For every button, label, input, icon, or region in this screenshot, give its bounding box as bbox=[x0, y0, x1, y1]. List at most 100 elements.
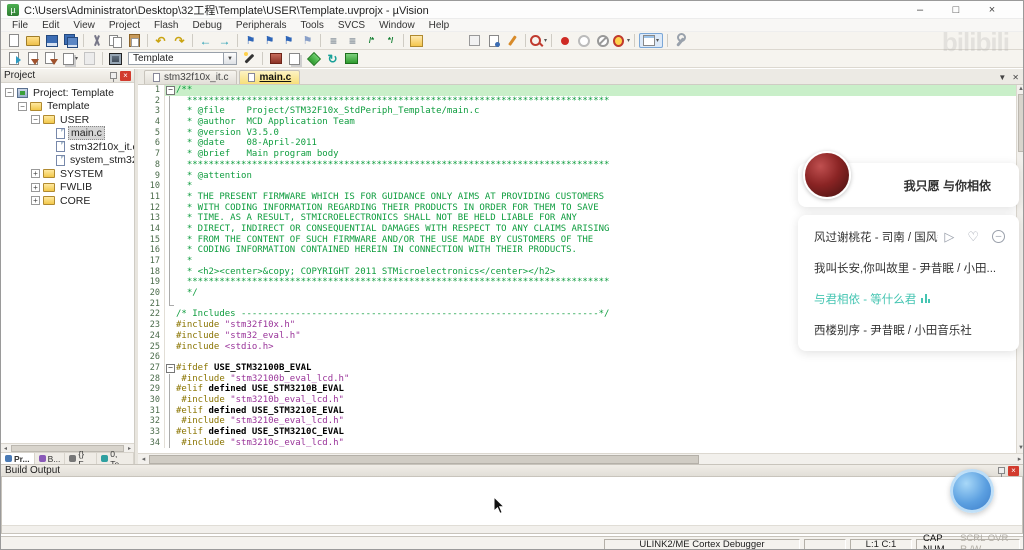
undo-button[interactable] bbox=[152, 33, 169, 48]
breakpoint-disable-all-button[interactable] bbox=[594, 33, 611, 48]
translate-button[interactable] bbox=[5, 51, 22, 66]
uncomment-selection-button[interactable] bbox=[382, 33, 399, 48]
stop-build-button[interactable] bbox=[81, 51, 98, 66]
tab-close-icon[interactable]: ✕ bbox=[1012, 73, 1019, 82]
indent-button[interactable] bbox=[344, 33, 361, 48]
editor-tab-main.c[interactable]: main.c bbox=[239, 70, 300, 84]
target-select-value[interactable]: Template bbox=[128, 52, 224, 65]
bookmark-clear-button[interactable] bbox=[299, 33, 316, 48]
code-line-31[interactable]: 31#elif defined USE_STM3210E_EVAL bbox=[138, 406, 1016, 417]
dropdown-arrow-icon[interactable]: ▾ bbox=[627, 37, 630, 44]
tree-item-main-c[interactable]: main.c bbox=[1, 127, 134, 141]
playlist-item-3[interactable]: 西楼别序 - 尹昔眠 / 小田音乐社 bbox=[798, 314, 1019, 345]
menu-peripherals[interactable]: Peripherals bbox=[229, 20, 294, 31]
code-line-2[interactable]: 2 **************************************… bbox=[138, 96, 1016, 107]
scroll-right-icon[interactable]: ▸ bbox=[1014, 455, 1024, 463]
tab-list-dropdown-icon[interactable]: ▼ bbox=[998, 73, 1006, 82]
tree-item-fwlib[interactable]: +FWLIB bbox=[1, 181, 134, 195]
playlist-item-2[interactable]: 与君相依 - 等什么君 bbox=[798, 283, 1019, 314]
batch-build-dropdown[interactable]: ▾ bbox=[62, 51, 79, 66]
tree-expander-icon[interactable]: − bbox=[31, 115, 40, 124]
flash-load-button[interactable] bbox=[267, 51, 284, 66]
menu-debug[interactable]: Debug bbox=[185, 20, 228, 31]
code-line-26[interactable]: 26 bbox=[138, 352, 1016, 363]
tree-item-project-template[interactable]: −Project: Template bbox=[1, 86, 134, 100]
scroll-up-icon[interactable]: ▲ bbox=[1018, 85, 1024, 94]
tree-expander-icon[interactable]: + bbox=[31, 183, 40, 192]
navigate-back-button[interactable] bbox=[197, 33, 214, 48]
code-line-30[interactable]: 30 #include "stm3210b_eval_lcd.h" bbox=[138, 395, 1016, 406]
tree-item-stm32f10x-it-c[interactable]: stm32f10x_it.c bbox=[1, 140, 134, 154]
bookmark-button[interactable] bbox=[242, 33, 259, 48]
code-line-33[interactable]: 33#elif defined USE_STM3210C_EVAL bbox=[138, 427, 1016, 438]
dropdown-arrow-icon[interactable]: ▾ bbox=[75, 55, 78, 62]
tree-item-system[interactable]: +SYSTEM bbox=[1, 167, 134, 181]
album-art[interactable] bbox=[803, 151, 851, 199]
tree-expander-icon[interactable]: − bbox=[18, 102, 27, 111]
dropdown-arrow-icon[interactable]: ▾ bbox=[656, 37, 659, 44]
manage-rte-button[interactable] bbox=[305, 51, 322, 66]
editor-hscrollbar[interactable]: ◂ ▸ bbox=[138, 453, 1024, 464]
pin-icon[interactable] bbox=[110, 72, 117, 79]
scroll-left-icon[interactable]: ◂ bbox=[1, 445, 10, 452]
close-button[interactable]: × bbox=[985, 4, 999, 16]
scroll-thumb[interactable] bbox=[149, 455, 699, 464]
find-in-files-button[interactable] bbox=[408, 33, 425, 48]
menu-file[interactable]: File bbox=[5, 20, 35, 31]
bilibili-float-ball[interactable] bbox=[950, 469, 994, 513]
menu-edit[interactable]: Edit bbox=[35, 20, 66, 31]
copy-button[interactable] bbox=[107, 33, 124, 48]
code-line-28[interactable]: 28 #include "stm32100b_eval_lcd.h" bbox=[138, 374, 1016, 385]
debug-windows-dropdown[interactable]: ▾ bbox=[639, 33, 663, 48]
project-docs-button[interactable] bbox=[286, 51, 303, 66]
code-line-5[interactable]: 5 * @version V3.5.0 bbox=[138, 128, 1016, 139]
tree-item-core[interactable]: +CORE bbox=[1, 194, 134, 208]
play-icon[interactable]: ▷ bbox=[944, 230, 954, 243]
menu-help[interactable]: Help bbox=[422, 20, 457, 31]
build-output-close-icon[interactable]: × bbox=[1008, 466, 1019, 476]
panel-tab-3[interactable]: 0, Te... bbox=[97, 453, 134, 464]
code-line-4[interactable]: 4 * @author MCD Application Team bbox=[138, 117, 1016, 128]
menu-flash[interactable]: Flash bbox=[147, 20, 185, 31]
like-icon[interactable]: ♡ bbox=[967, 230, 979, 243]
rebuild-button[interactable] bbox=[43, 51, 60, 66]
refresh-pack-button[interactable] bbox=[324, 51, 341, 66]
tree-item-user[interactable]: −USER bbox=[1, 113, 134, 127]
code-line-34[interactable]: 34 #include "stm3210c_eval_lcd.h" bbox=[138, 438, 1016, 449]
menu-svcs[interactable]: SVCS bbox=[331, 20, 372, 31]
save-button[interactable] bbox=[43, 33, 60, 48]
scroll-left-icon[interactable]: ◂ bbox=[138, 455, 149, 463]
playlist-item-1[interactable]: 我叫长安,你叫故里 - 尹昔眠 / 小田... bbox=[798, 252, 1019, 283]
target-select-dropdown-icon[interactable]: ▼ bbox=[224, 52, 237, 65]
minimize-button[interactable]: – bbox=[913, 4, 927, 16]
breakpoint-kill-dropdown[interactable]: ▾ bbox=[613, 33, 630, 48]
pen-button[interactable] bbox=[504, 33, 521, 48]
build-button[interactable] bbox=[24, 51, 41, 66]
build-output-content[interactable] bbox=[1, 477, 1023, 534]
code-line-32[interactable]: 32 #include "stm3210e_eval_lcd.h" bbox=[138, 416, 1016, 427]
comment-selection-button[interactable] bbox=[363, 33, 380, 48]
menu-project[interactable]: Project bbox=[102, 20, 147, 31]
maximize-button[interactable]: □ bbox=[949, 4, 963, 16]
save-all-button[interactable] bbox=[62, 33, 79, 48]
panel-tab-0[interactable]: Pr... bbox=[1, 453, 35, 464]
pack-installer-button[interactable] bbox=[343, 51, 360, 66]
breakpoint-enable-button[interactable] bbox=[575, 33, 592, 48]
word-highlight-button[interactable] bbox=[466, 33, 483, 48]
code-line-3[interactable]: 3 * @file Project/STM32F10x_StdPeriph_Te… bbox=[138, 106, 1016, 117]
code-line-6[interactable]: 6 * @date 08-April-2011 bbox=[138, 138, 1016, 149]
fold-marker-icon[interactable] bbox=[165, 363, 176, 374]
tree-expander-icon[interactable]: + bbox=[31, 196, 40, 205]
unindent-button[interactable] bbox=[325, 33, 342, 48]
bookmark-prev-button[interactable] bbox=[261, 33, 278, 48]
playlist-item-0[interactable]: 风过谢桃花 - 司南 / 国风新语 /...▷♡– bbox=[798, 221, 1019, 252]
fold-marker-icon[interactable] bbox=[165, 85, 176, 96]
menu-window[interactable]: Window bbox=[372, 20, 422, 31]
tree-expander-icon[interactable]: − bbox=[5, 88, 14, 97]
panel-tab-2[interactable]: {} F... bbox=[65, 453, 97, 464]
code-line-27[interactable]: 27#ifdef USE_STM32100B_EVAL bbox=[138, 363, 1016, 374]
code-line-29[interactable]: 29#elif defined USE_STM3210B_EVAL bbox=[138, 384, 1016, 395]
project-panel-close-icon[interactable]: × bbox=[120, 71, 131, 81]
configure-layers-button[interactable] bbox=[485, 33, 502, 48]
tree-item-system-stm32f1[interactable]: system_stm32f1 bbox=[1, 154, 134, 168]
